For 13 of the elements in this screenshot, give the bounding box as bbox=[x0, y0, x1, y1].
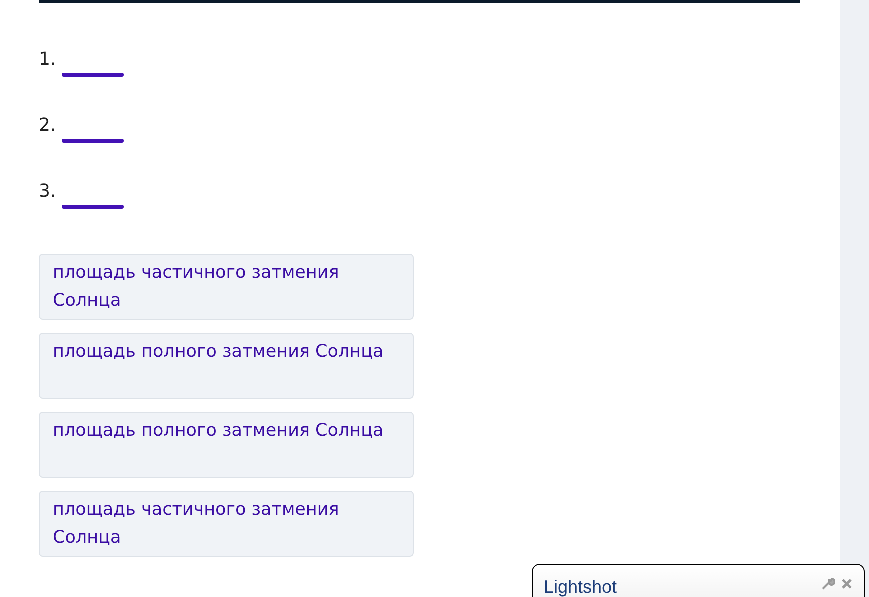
answer-option[interactable]: площадь полного затмения Солнца bbox=[39, 333, 414, 399]
close-icon[interactable] bbox=[841, 578, 853, 590]
fill-in-line[interactable] bbox=[62, 73, 124, 77]
wrench-icon[interactable] bbox=[821, 577, 835, 591]
item-number: 3. bbox=[39, 180, 56, 204]
answer-option[interactable]: площадь частичного затмения Солнца bbox=[39, 254, 414, 320]
answer-option[interactable]: площадь полного затмения Солнца bbox=[39, 412, 414, 478]
fill-in-line[interactable] bbox=[62, 139, 124, 143]
answer-option[interactable]: площадь частичного затмения Солнца bbox=[39, 491, 414, 557]
item-number: 2. bbox=[39, 114, 56, 138]
item-number: 1. bbox=[39, 48, 56, 72]
fill-in-line[interactable] bbox=[62, 205, 124, 209]
popup-title: Lightshot bbox=[544, 576, 618, 597]
